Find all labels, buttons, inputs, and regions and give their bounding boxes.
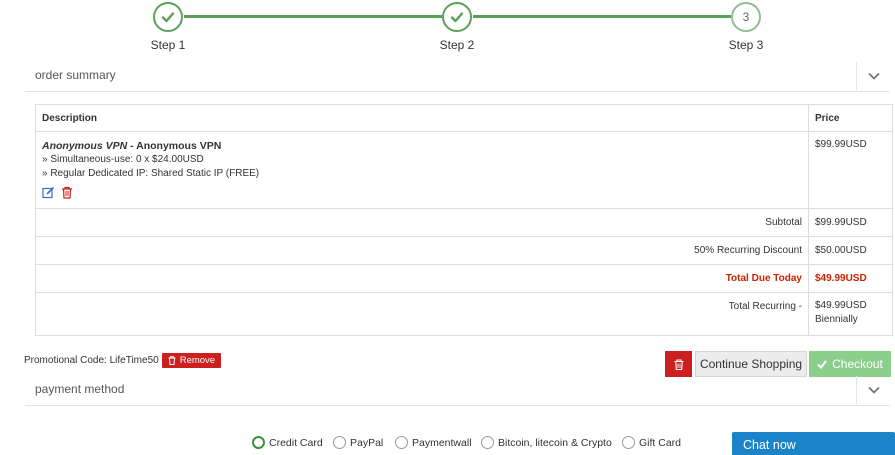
discount-value: $50.00USD bbox=[808, 236, 893, 265]
radio-button[interactable] bbox=[481, 436, 494, 449]
step-3-number: 3 bbox=[742, 10, 750, 24]
payment-option-credit-card[interactable]: Credit Card bbox=[252, 436, 323, 449]
checkout-button[interactable]: Checkout bbox=[809, 351, 891, 377]
payment-option-label: Credit Card bbox=[269, 436, 323, 449]
payment-method-header[interactable]: payment method bbox=[25, 376, 890, 406]
product-option: » Regular Dedicated IP: Shared Static IP… bbox=[42, 168, 260, 179]
table-row: Total Recurring - $49.99USD Biennially bbox=[35, 292, 893, 336]
item-description-cell: Anonymous VPN - Anonymous VPN » Simultan… bbox=[35, 131, 809, 209]
check-icon bbox=[161, 12, 175, 23]
step-1-label: Step 1 bbox=[150, 38, 186, 52]
step-connector-1 bbox=[184, 15, 442, 18]
total-due-label: Total Due Today bbox=[35, 264, 809, 293]
product-separator: - bbox=[127, 140, 137, 152]
check-icon bbox=[817, 360, 827, 369]
recurring-cycle: Biennially bbox=[815, 314, 858, 325]
empty-cart-button[interactable] bbox=[665, 351, 692, 377]
continue-shopping-button[interactable]: Continue Shopping bbox=[695, 351, 807, 377]
order-summary-header[interactable]: order summary bbox=[25, 62, 890, 92]
payment-option-label: Bitcoin, litecoin & Crypto bbox=[498, 436, 612, 449]
total-recurring-label: Total Recurring - bbox=[35, 292, 809, 336]
step-2-circle bbox=[442, 2, 472, 32]
subtotal-label: Subtotal bbox=[35, 208, 809, 237]
step-1-circle bbox=[153, 2, 183, 32]
payment-method-toggle[interactable] bbox=[856, 376, 890, 404]
item-actions bbox=[42, 186, 802, 202]
radio-button[interactable] bbox=[622, 436, 635, 449]
trash-icon bbox=[168, 356, 176, 365]
trash-icon bbox=[674, 358, 683, 370]
radio-button[interactable] bbox=[252, 436, 265, 449]
payment-option-label: PayPal bbox=[350, 436, 384, 449]
order-summary-toggle[interactable] bbox=[856, 62, 890, 90]
table-row: Total Due Today $49.99USD bbox=[35, 264, 893, 293]
trash-icon[interactable] bbox=[61, 186, 73, 202]
product-title: Anonymous VPN - Anonymous VPN bbox=[42, 139, 802, 153]
radio-button[interactable] bbox=[395, 436, 408, 449]
order-table: Description Price Anonymous VPN - Anonym… bbox=[35, 104, 893, 336]
discount-label: 50% Recurring Discount bbox=[35, 236, 809, 265]
table-row: Anonymous VPN - Anonymous VPN » Simultan… bbox=[35, 131, 893, 209]
total-due-value: $49.99USD bbox=[808, 264, 893, 293]
step-3-label: Step 3 bbox=[728, 38, 764, 52]
product-name: Anonymous VPN bbox=[136, 140, 222, 152]
table-row: 50% Recurring Discount $50.00USD bbox=[35, 236, 893, 265]
payment-method-title: payment method bbox=[35, 382, 125, 396]
remove-promo-button[interactable]: Remove bbox=[161, 353, 222, 368]
step-3-circle: 3 bbox=[731, 2, 761, 32]
chevron-down-icon bbox=[867, 386, 880, 394]
chevron-down-icon bbox=[867, 72, 880, 80]
checkout-label: Checkout bbox=[832, 357, 883, 371]
description-header: Description bbox=[35, 104, 809, 132]
checkout-stepper: Step 1 Step 2 3 Step 3 bbox=[0, 0, 895, 56]
recurring-amount: $49.99USD bbox=[815, 300, 867, 311]
price-header: Price bbox=[808, 104, 893, 132]
payment-option-gift-card[interactable]: Gift Card bbox=[622, 436, 681, 449]
payment-option-paypal[interactable]: PayPal bbox=[333, 436, 383, 449]
radio-button[interactable] bbox=[333, 436, 346, 449]
step-2-label: Step 2 bbox=[439, 38, 475, 52]
subtotal-value: $99.99USD bbox=[808, 208, 893, 237]
product-option: » Simultaneous-use: 0 x $24.00USD bbox=[42, 154, 204, 165]
product-group-name: Anonymous VPN bbox=[42, 140, 128, 152]
item-price: $99.99USD bbox=[808, 131, 893, 209]
payment-option-label: Paymentwall bbox=[412, 436, 472, 449]
remove-promo-label: Remove bbox=[179, 355, 216, 366]
payment-option-paymentwall[interactable]: Paymentwall bbox=[395, 436, 472, 449]
chat-now-button[interactable]: Chat now bbox=[732, 432, 895, 455]
total-recurring-value: $49.99USD Biennially bbox=[808, 292, 893, 336]
edit-icon[interactable] bbox=[42, 186, 55, 202]
step-connector-2 bbox=[473, 15, 731, 18]
promo-code: Promotional Code: LifeTime50 Remove bbox=[24, 353, 222, 368]
table-row: Subtotal $99.99USD bbox=[35, 208, 893, 237]
order-summary-title: order summary bbox=[35, 68, 116, 82]
payment-option-crypto[interactable]: Bitcoin, litecoin & Crypto bbox=[481, 436, 612, 449]
table-header-row: Description Price bbox=[35, 104, 893, 132]
check-icon bbox=[450, 12, 464, 23]
payment-option-label: Gift Card bbox=[639, 436, 682, 449]
promo-code-text: Promotional Code: LifeTime50 bbox=[24, 355, 159, 366]
